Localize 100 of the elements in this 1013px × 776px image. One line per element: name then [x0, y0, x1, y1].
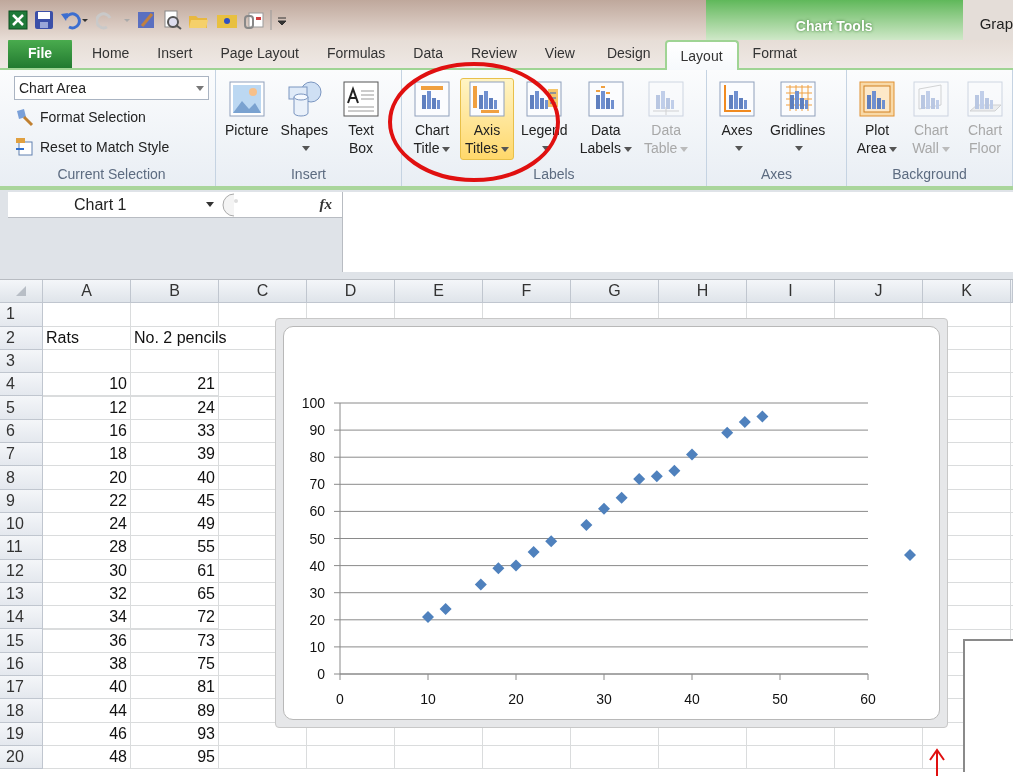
column-header[interactable]: B — [131, 280, 219, 304]
row-header[interactable]: 14 — [0, 606, 43, 630]
row-header[interactable]: 10 — [0, 512, 43, 537]
row-header[interactable]: 3 — [0, 349, 43, 374]
column-header[interactable]: K — [923, 280, 1011, 304]
data-point — [580, 518, 593, 531]
data-point — [686, 448, 698, 461]
table-cell: 40 — [131, 466, 219, 490]
ribbon-button[interactable]: Axis Titles — [460, 78, 514, 160]
table-cell: 10 — [43, 373, 131, 397]
y-tick-label: 70 — [309, 476, 325, 493]
row-header[interactable]: 5 — [0, 396, 43, 420]
column-header[interactable]: J — [835, 280, 923, 304]
gridlines-icon — [779, 81, 816, 117]
row-header[interactable]: 17 — [0, 676, 43, 700]
caret-icon — [196, 85, 204, 91]
row-header[interactable]: 11 — [0, 536, 43, 560]
chart-frame[interactable]: 0 10 20 30 40 50 60 70 80 90 100 0 10 20 30 40 50 60 — [275, 318, 948, 728]
caret-icon — [206, 202, 214, 207]
table-cell: 32 — [43, 582, 131, 607]
text-box-icon — [343, 81, 380, 117]
column-header[interactable]: E — [395, 280, 483, 304]
paint-brush-icon — [14, 107, 34, 127]
table-cell: 75 — [131, 652, 219, 677]
ribbon-button[interactable]: Picture — [220, 78, 274, 142]
table-cell: 55 — [131, 536, 219, 560]
x-tick-label: 10 — [420, 691, 436, 707]
table-cell: 12 — [43, 396, 131, 420]
data-labels-icon — [587, 81, 624, 117]
data-point — [422, 611, 434, 624]
formula-input[interactable] — [342, 192, 1013, 272]
group-label: Axes — [759, 165, 794, 184]
column-header[interactable]: A — [43, 280, 131, 304]
ribbon-tab[interactable]: Page Layout — [206, 38, 313, 68]
row-header[interactable]: 7 — [0, 443, 43, 467]
column-header[interactable]: I — [747, 280, 835, 304]
ribbon-button[interactable]: Axes — [711, 78, 763, 160]
ribbon-tab[interactable]: Format — [738, 38, 811, 68]
y-tick-label: 60 — [309, 503, 325, 520]
window-title: Grap — [979, 15, 1013, 32]
row-header[interactable]: 15 — [0, 629, 43, 653]
column-header[interactable]: H — [659, 280, 747, 304]
ribbon-tab[interactable]: Design — [592, 38, 665, 68]
row-header[interactable]: 18 — [0, 699, 43, 723]
insert-function-button[interactable]: fx — [319, 193, 332, 216]
table-cell: 45 — [131, 489, 219, 513]
row-header[interactable]: 9 — [0, 489, 43, 513]
ribbon-command[interactable]: Format Selection — [14, 104, 209, 130]
x-tick-label: 30 — [596, 691, 612, 707]
attachment-icon — [244, 10, 264, 30]
row-header[interactable]: 16 — [0, 652, 43, 677]
ribbon-tab[interactable]: Layout — [664, 40, 739, 70]
row-header[interactable]: 6 — [0, 419, 43, 444]
row-header[interactable]: 20 — [0, 745, 43, 770]
column-header[interactable]: G — [571, 280, 659, 304]
column-header[interactable]: F — [483, 280, 571, 304]
data-point — [510, 559, 522, 572]
reset-style-icon — [14, 137, 34, 157]
table-cell: 40 — [43, 676, 131, 700]
column-header[interactable]: C — [219, 280, 307, 304]
ribbon-button[interactable]: Chart Title — [406, 78, 458, 160]
table-cell: 89 — [131, 699, 219, 723]
ribbon-tab[interactable]: Home — [78, 38, 144, 68]
customize-menu-icon — [270, 10, 288, 30]
x-tick-label: 20 — [508, 691, 524, 707]
ribbon-tab[interactable]: Data — [399, 38, 457, 68]
row-header[interactable]: 8 — [0, 466, 43, 490]
row-header[interactable]: 2 — [0, 326, 43, 350]
ribbon-button[interactable]: Plot Area — [851, 78, 903, 160]
ribbon-button[interactable]: Shapes — [275, 78, 334, 160]
table-cell: 44 — [43, 699, 131, 723]
x-tick-label: 0 — [336, 691, 344, 707]
select-all-button[interactable] — [0, 280, 43, 304]
ribbon-tab[interactable]: Formulas — [313, 38, 400, 68]
axes-icon — [719, 81, 755, 117]
ribbon-tab[interactable]: File — [8, 38, 72, 68]
data-point — [738, 415, 751, 428]
row-header[interactable]: 1 — [0, 303, 43, 327]
ribbon-command[interactable]: Reset to Match Style — [14, 134, 209, 160]
ribbon-tab[interactable]: Insert — [143, 38, 207, 68]
table-cell: 95 — [131, 745, 219, 770]
name-box[interactable]: Chart 1 — [8, 192, 218, 217]
table-cell: 73 — [131, 629, 219, 653]
axis-titles-icon — [468, 81, 505, 117]
row-header[interactable]: 13 — [0, 582, 43, 607]
redo-icon — [96, 10, 130, 30]
ribbon-button[interactable]: Text Box — [335, 78, 388, 160]
selection-dropdown[interactable]: Chart Area — [14, 76, 209, 100]
table-cell: 34 — [43, 606, 131, 630]
y-tick-label: 40 — [309, 557, 325, 574]
plot-area-icon — [859, 81, 895, 117]
row-header[interactable]: 12 — [0, 559, 43, 583]
ribbon-button[interactable]: Gridlines — [765, 78, 831, 160]
ribbon-tab[interactable]: View — [530, 38, 589, 68]
row-header[interactable]: 19 — [0, 722, 43, 746]
ribbon-button[interactable]: Data Labels — [574, 78, 637, 160]
column-header[interactable]: D — [307, 280, 395, 304]
excel-logo-icon — [8, 10, 28, 30]
ribbon-tab[interactable]: Review — [456, 38, 531, 68]
row-header[interactable]: 4 — [0, 373, 43, 397]
